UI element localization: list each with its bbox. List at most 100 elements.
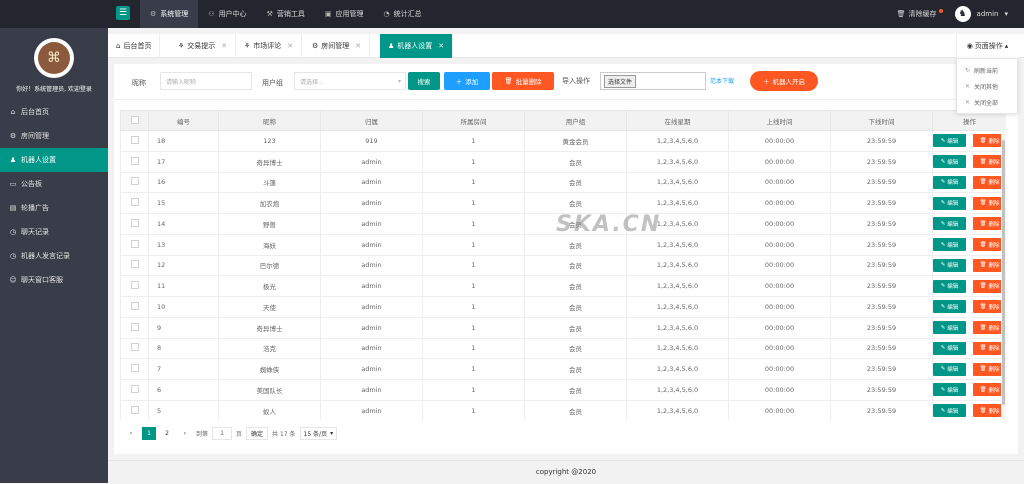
edit-button[interactable]: ✎ 编辑 — [933, 196, 966, 210]
edit-button-label: 编辑 — [947, 201, 959, 208]
topnav-item-0[interactable]: ⚙ 系统管理 — [140, 0, 199, 28]
row-checkbox[interactable] — [130, 322, 139, 331]
select-all-checkbox[interactable] — [130, 115, 139, 124]
row-checkbox[interactable] — [130, 135, 139, 144]
tab-1[interactable]: ⚘ 交易提示 ✕ — [170, 34, 237, 58]
page-ops-item-0[interactable]: ↻ 刷新当前 — [957, 62, 1017, 78]
topnav-item-3[interactable]: ▣ 应用管理 — [315, 0, 374, 28]
nickname-input[interactable]: 请输入昵称 — [160, 72, 252, 90]
top-right-area: 🗑 清除缓存 ♞ admin ▾ — [897, 0, 1008, 28]
topnav-item-2[interactable]: ⚒ 营销工具 — [257, 0, 315, 28]
edit-button[interactable]: ✎ 编辑 — [933, 175, 966, 189]
cell-nick: 野兽 — [218, 213, 321, 235]
cell-week: 1,2,3,4,5,6,0 — [626, 316, 729, 339]
file-input[interactable]: 选择文件 — [600, 72, 706, 90]
user-menu[interactable]: ♞ admin ▾ — [954, 6, 1008, 22]
page-ops-item-1[interactable]: ✕ 关闭其他 — [957, 78, 1017, 94]
cell-group: 会员 — [524, 316, 627, 339]
tab-4[interactable]: ♟ 机器人设置 ✕ — [380, 34, 454, 58]
cell-group: 会员 — [524, 379, 627, 401]
tab-0[interactable]: ⌂ 后台首页 — [108, 34, 161, 58]
row-checkbox[interactable] — [130, 218, 139, 227]
row-checkbox[interactable] — [130, 156, 139, 165]
page-button-2[interactable]: 2 — [160, 427, 174, 440]
menu-toggle-icon[interactable]: ☰ — [116, 6, 130, 20]
topnav-item-1[interactable]: ⚇ 用户中心 — [198, 0, 256, 28]
page-ops-item-2[interactable]: ✕ 关闭全部 — [957, 94, 1017, 110]
sidebar-item-2[interactable]: ♟ 机器人设置 — [0, 148, 108, 172]
row-checkbox[interactable] — [130, 260, 139, 269]
next-page-icon[interactable]: › — [178, 427, 192, 440]
cell-owner: admin — [320, 358, 423, 380]
per-page-select[interactable]: 15 条/页 ▾ — [299, 426, 338, 440]
sidebar-item-6[interactable]: ◷ 机器人发言记录 — [0, 244, 108, 268]
choose-file-button[interactable]: 选择文件 — [604, 74, 637, 88]
edit-button[interactable]: ✎ 编辑 — [933, 155, 966, 169]
row-checkbox[interactable] — [130, 301, 139, 310]
edit-button[interactable]: ✎ 编辑 — [933, 383, 966, 397]
chat-icon: ☺ — [9, 276, 17, 284]
row-checkbox[interactable] — [130, 364, 139, 373]
row-checkbox[interactable] — [130, 177, 139, 186]
edit-button[interactable]: ✎ 编辑 — [933, 258, 966, 272]
robot-start-button[interactable]: ＋ 机器人开启 — [750, 71, 818, 91]
page-ops-button[interactable]: ◉ 页面操作 ▴ — [956, 34, 1018, 58]
goto-page-input[interactable]: 1 — [212, 426, 233, 440]
edit-button[interactable]: ✎ 编辑 — [933, 134, 966, 148]
edit-button[interactable]: ✎ 编辑 — [933, 321, 966, 335]
cell-on: 00:00:00 — [728, 337, 831, 360]
cell-on: 00:00:00 — [728, 379, 831, 401]
close-icon[interactable]: ✕ — [438, 42, 444, 50]
batch-delete-button[interactable]: 🗑 批量删除 — [492, 72, 554, 90]
row-checkbox[interactable] — [130, 384, 139, 393]
close-icon[interactable]: ✕ — [221, 42, 227, 50]
template-download-link[interactable]: 范本下载 — [710, 76, 734, 85]
row-checkbox[interactable] — [130, 198, 139, 207]
sidebar-item-3[interactable]: ▭ 公告板 — [0, 172, 108, 196]
sidebar-item-7[interactable]: ☺ 聊天窗口客服 — [0, 268, 108, 292]
goto-confirm-button[interactable]: 确定 — [246, 426, 269, 440]
topnav-item-4[interactable]: ◔ 统计汇总 — [373, 0, 431, 28]
cell-nick: 极光 — [218, 275, 321, 297]
row-checkbox[interactable] — [130, 239, 139, 248]
sidebar-item-5[interactable]: ◷ 聊天记录 — [0, 220, 108, 244]
page-button-1[interactable]: 1 — [142, 426, 156, 440]
table-scrollbar[interactable] — [1001, 130, 1006, 420]
sidebar-item-0[interactable]: ⌂ 后台首页 — [0, 100, 108, 124]
tab-2[interactable]: ⚘ 市场评论 ✕ — [236, 34, 303, 58]
edit-button[interactable]: ✎ 编辑 — [933, 300, 966, 314]
user-icon: ♟ — [9, 156, 17, 164]
prev-page-icon[interactable]: ‹ — [124, 427, 138, 440]
row-checkbox[interactable] — [130, 281, 139, 290]
table-row: 10 天使 admin 1 会员 1,2,3,4,5,6,0 00:00:00 23:59:5… — [120, 296, 1006, 318]
row-checkbox[interactable] — [130, 343, 139, 352]
tabs-bar: ⌂ 后台首页 ⚘ 交易提示 ✕ ⚘ 市场评论 ✕ ⚙ 房间管理 ✕ ♟ 机器人设置 ✕ — [108, 34, 1024, 58]
cell-actions: ✎ 编辑 🗑 删除 — [932, 233, 1006, 256]
add-button[interactable]: ＋ 添加 — [444, 72, 490, 90]
cell-group: 会员 — [524, 192, 627, 214]
page-ops-item-label: 刷新当前 — [974, 67, 999, 75]
edit-button[interactable]: ✎ 编辑 — [933, 362, 966, 376]
page-ops-label: 页面操作 — [974, 42, 1003, 50]
edit-button[interactable]: ✎ 编辑 — [933, 217, 966, 231]
edit-button[interactable]: ✎ 编辑 — [933, 238, 966, 252]
edit-button[interactable]: ✎ 编辑 — [933, 341, 966, 355]
edit-button-label: 编辑 — [947, 408, 959, 415]
group-select[interactable]: 请选择... ▾ — [294, 72, 406, 90]
sidebar-item-4[interactable]: ▤ 轮播广告 — [0, 196, 108, 220]
close-icon[interactable]: ✕ — [287, 42, 293, 50]
pencil-icon: ✎ — [940, 179, 946, 186]
row-checkbox[interactable] — [130, 405, 139, 414]
scrollbar-thumb[interactable] — [1002, 140, 1005, 405]
search-button[interactable]: 搜索 — [408, 72, 440, 90]
trash-icon: 🗑 — [504, 77, 513, 85]
clear-cache-button[interactable]: 🗑 清除缓存 — [897, 9, 943, 19]
sidebar-item-1[interactable]: ⚙ 房间管理 — [0, 124, 108, 148]
column-header: 归属 — [320, 110, 423, 131]
close-icon[interactable]: ✕ — [355, 42, 361, 50]
edit-button[interactable]: ✎ 编辑 — [933, 404, 966, 418]
cell-id: 17 — [148, 150, 219, 173]
tab-3[interactable]: ⚙ 房间管理 ✕ — [304, 34, 371, 58]
column-header: 昵称 — [218, 110, 321, 131]
edit-button[interactable]: ✎ 编辑 — [933, 279, 966, 293]
